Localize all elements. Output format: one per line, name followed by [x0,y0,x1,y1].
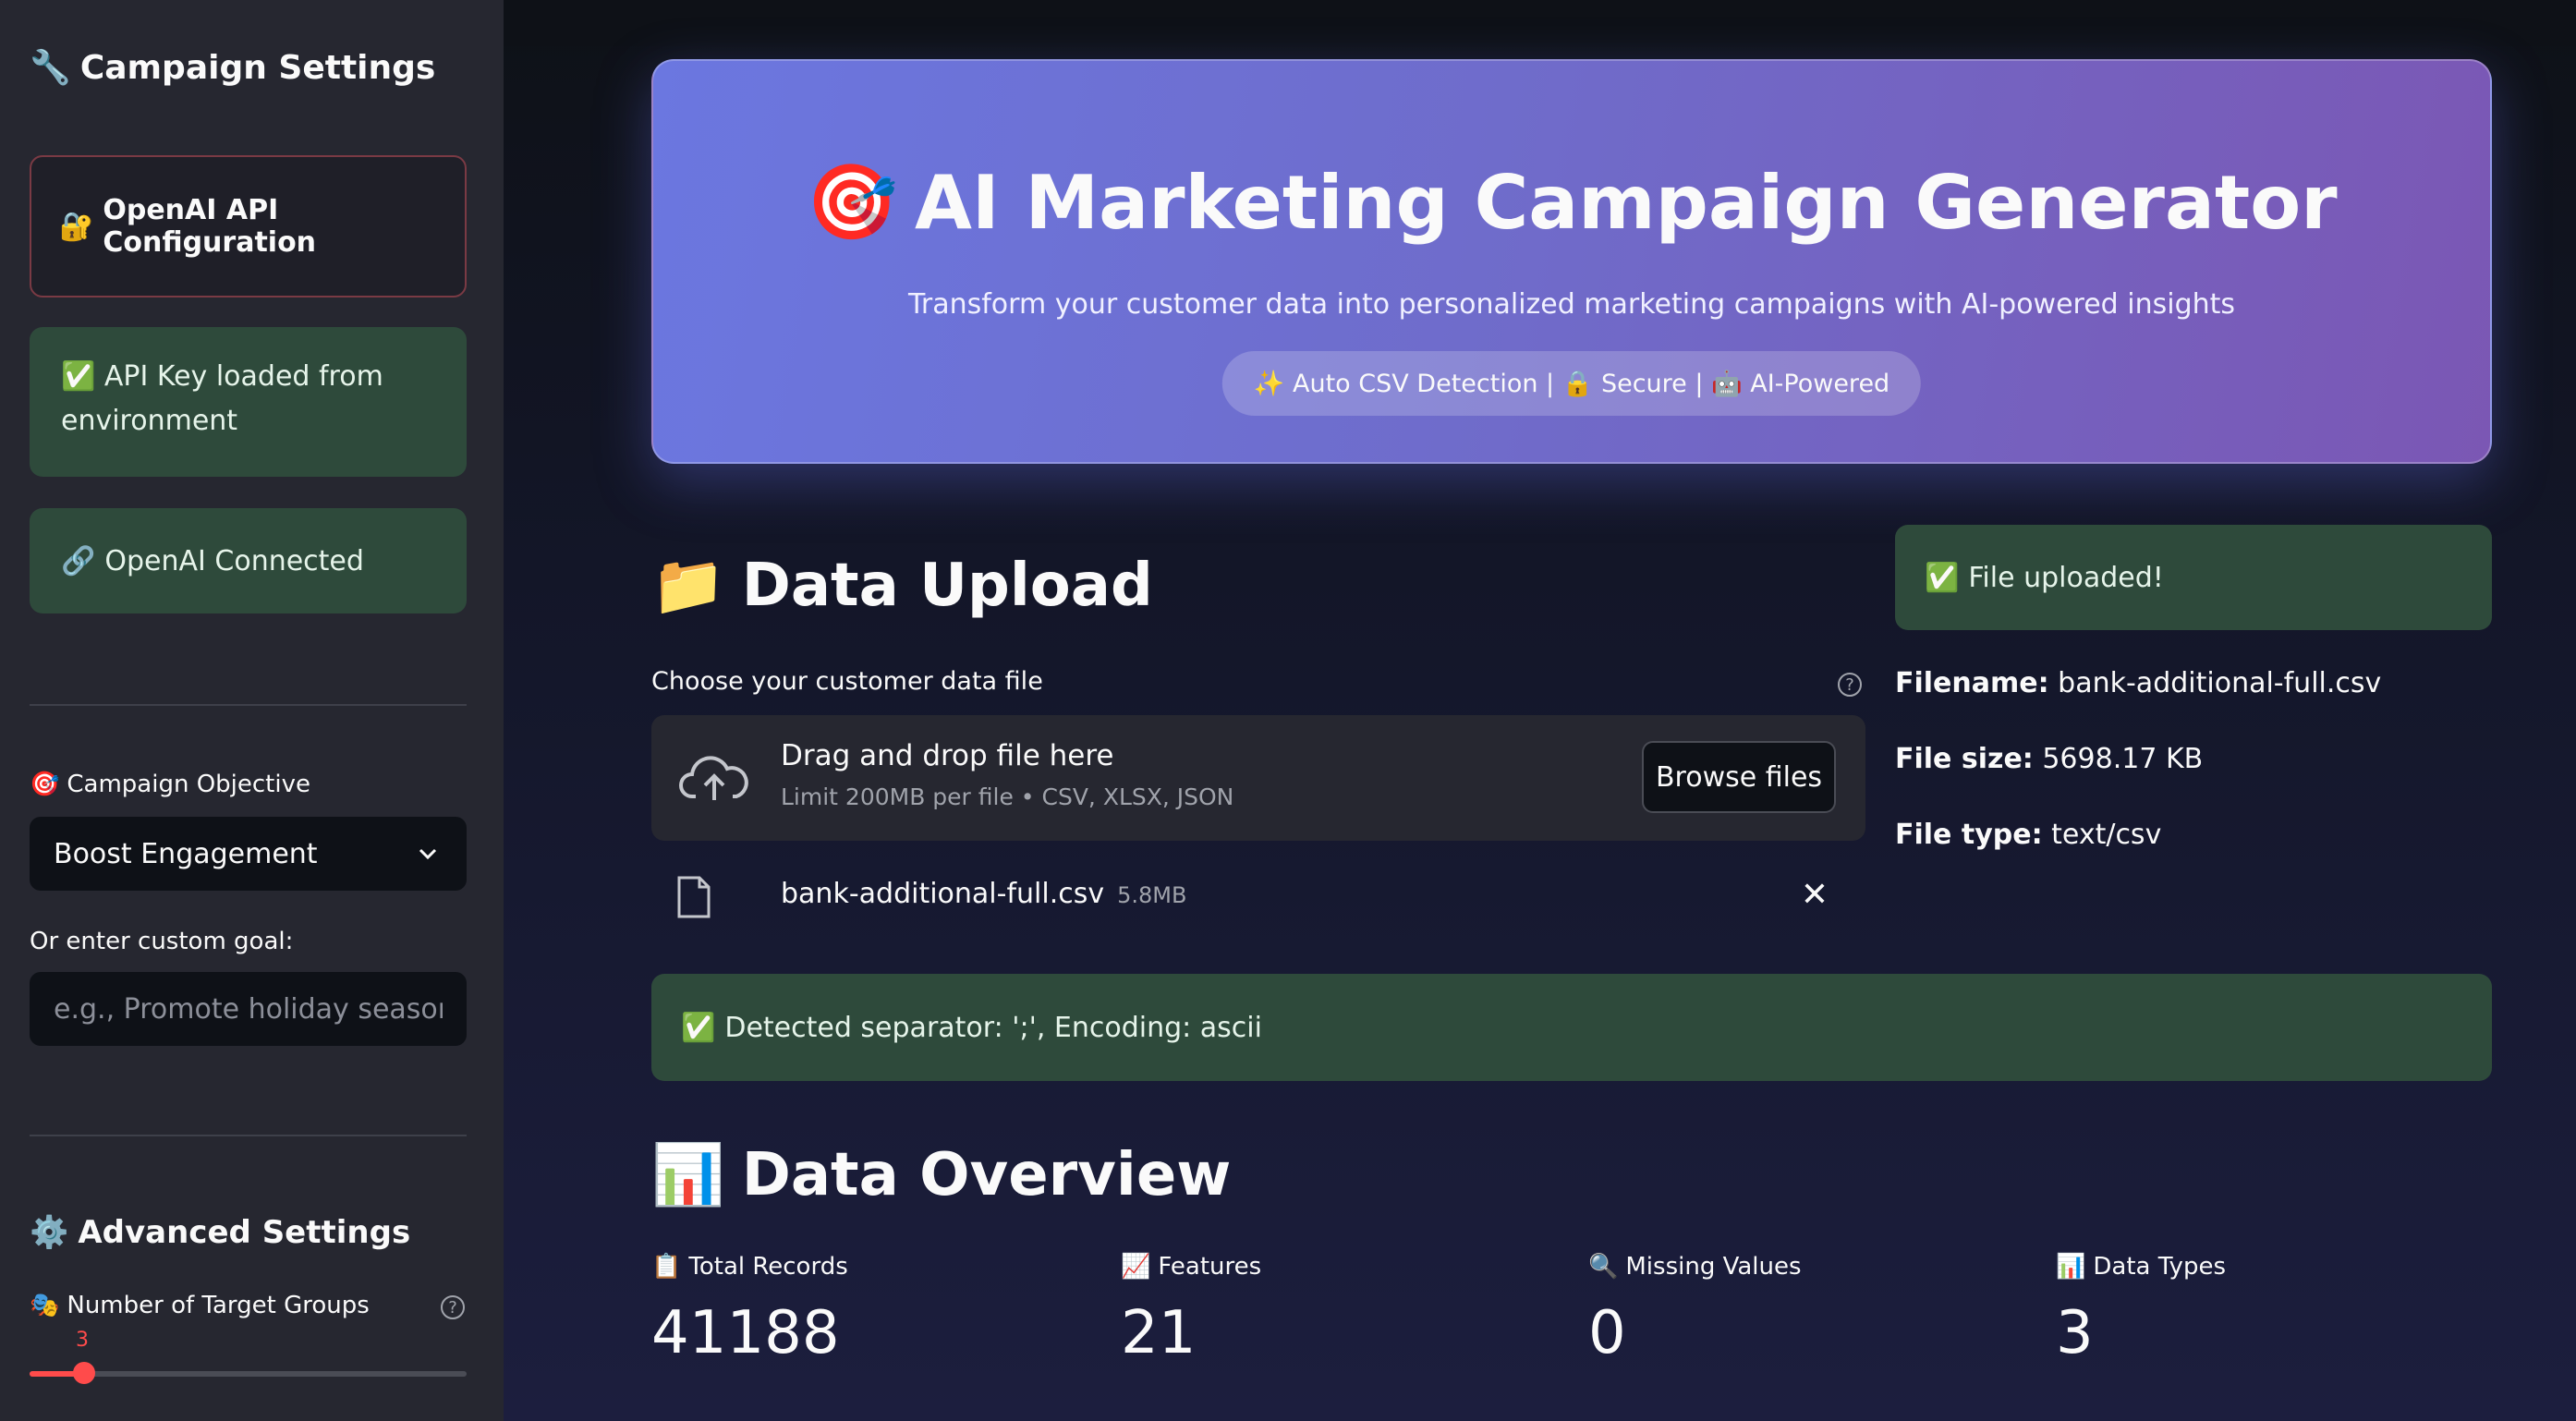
file-dropzone[interactable]: Drag and drop file here Limit 200MB per … [651,715,1865,841]
folder-icon: 📁 [651,552,725,620]
file-name-info: Filename: bank-additional-full.csv [1895,667,2382,699]
objective-select[interactable]: Boost Engagement [30,817,467,891]
chevron-down-icon [419,848,437,860]
help-icon[interactable]: ? [1838,673,1862,697]
metric-data-types: 📊 Data Types 3 [2056,1253,2226,1367]
gear-icon: ⚙️ [30,1214,69,1251]
mask-icon: 🎭 [30,1292,60,1319]
api-key-status-alert: ✅ API Key loaded from environment [30,327,467,477]
browse-files-button[interactable]: Browse files [1642,741,1836,813]
target-icon: 🎯 [30,771,60,798]
wrench-icon: 🔧 [30,49,71,87]
sidebar-title: 🔧 Campaign Settings [30,48,436,88]
help-icon[interactable]: ? [441,1295,465,1319]
data-upload-heading: 📁 Data Upload [651,551,1153,621]
bar-chart-icon: 📊 [2056,1253,2086,1281]
file-uploaded-alert: ✅ File uploaded! [1895,525,2492,630]
advanced-settings-heading: ⚙️ Advanced Settings [30,1214,411,1251]
custom-goal-input[interactable] [30,972,467,1046]
main-content: 🎯 AI Marketing Campaign Generator Transf… [504,0,2576,1421]
page-title: 🎯 AI Marketing Campaign Generator [806,159,2338,246]
api-config-expander[interactable]: 🔐 OpenAI API Configuration [30,155,467,298]
sidebar: 🔧 Campaign Settings 🔐 OpenAI API Configu… [0,0,504,1421]
connection-status-alert: 🔗 OpenAI Connected [30,508,467,613]
file-size-info: File size: 5698.17 KB [1895,743,2204,775]
top-bar [504,0,2576,46]
slider-thumb[interactable] [73,1362,96,1384]
sidebar-divider [30,704,467,706]
metric-features: 📈 Features 21 [1121,1253,1262,1367]
data-overview-heading: 📊 Data Overview [651,1140,1232,1210]
uploaded-file-size: 5.8MB [1117,882,1187,908]
link-icon: 🔗 [61,544,96,577]
sidebar-divider [30,1135,467,1136]
uploaded-file-name: bank-additional-full.csv 5.8MB [781,878,1187,910]
objective-label: 🎯 Campaign Objective [30,771,310,798]
hero-banner: 🎯 AI Marketing Campaign Generator Transf… [651,59,2492,464]
dropzone-title: Drag and drop file here [781,739,1114,772]
file-icon [677,876,711,918]
cloud-upload-icon [679,756,748,800]
slider-value: 3 [76,1329,89,1352]
dropzone-limit: Limit 200MB per file • CSV, XLSX, JSON [781,783,1234,810]
check-icon: ✅ [1925,561,1960,594]
upload-label: Choose your customer data file [651,667,1043,696]
target-icon: 🎯 [806,159,898,245]
magnifier-icon: 🔍 [1588,1253,1619,1281]
target-groups-label: 🎭 Number of Target Groups [30,1292,370,1319]
hero-subtitle: Transform your customer data into person… [907,288,2236,321]
trend-chart-icon: 📈 [1121,1253,1151,1281]
separator-detected-alert: ✅ Detected separator: ';', Encoding: asc… [651,974,2492,1081]
clipboard-icon: 📋 [651,1253,682,1281]
custom-goal-label: Or enter custom goal: [30,928,294,955]
metric-missing-values: 🔍 Missing Values 0 [1588,1253,1802,1367]
lock-key-icon: 🔐 [59,210,94,243]
target-groups-slider[interactable] [30,1362,467,1384]
feature-badge: ✨ Auto CSV Detection | 🔒 Secure | 🤖 AI-P… [1221,351,1922,416]
remove-file-icon[interactable]: ✕ [1801,876,1829,914]
check-icon: ✅ [61,360,96,393]
bar-chart-icon: 📊 [651,1141,725,1209]
uploaded-file-row: bank-additional-full.csv 5.8MB ✕ [651,859,1865,933]
metric-total-records: 📋 Total Records 41188 [651,1253,848,1367]
file-type-info: File type: text/csv [1895,819,2162,851]
check-icon: ✅ [681,1011,716,1044]
